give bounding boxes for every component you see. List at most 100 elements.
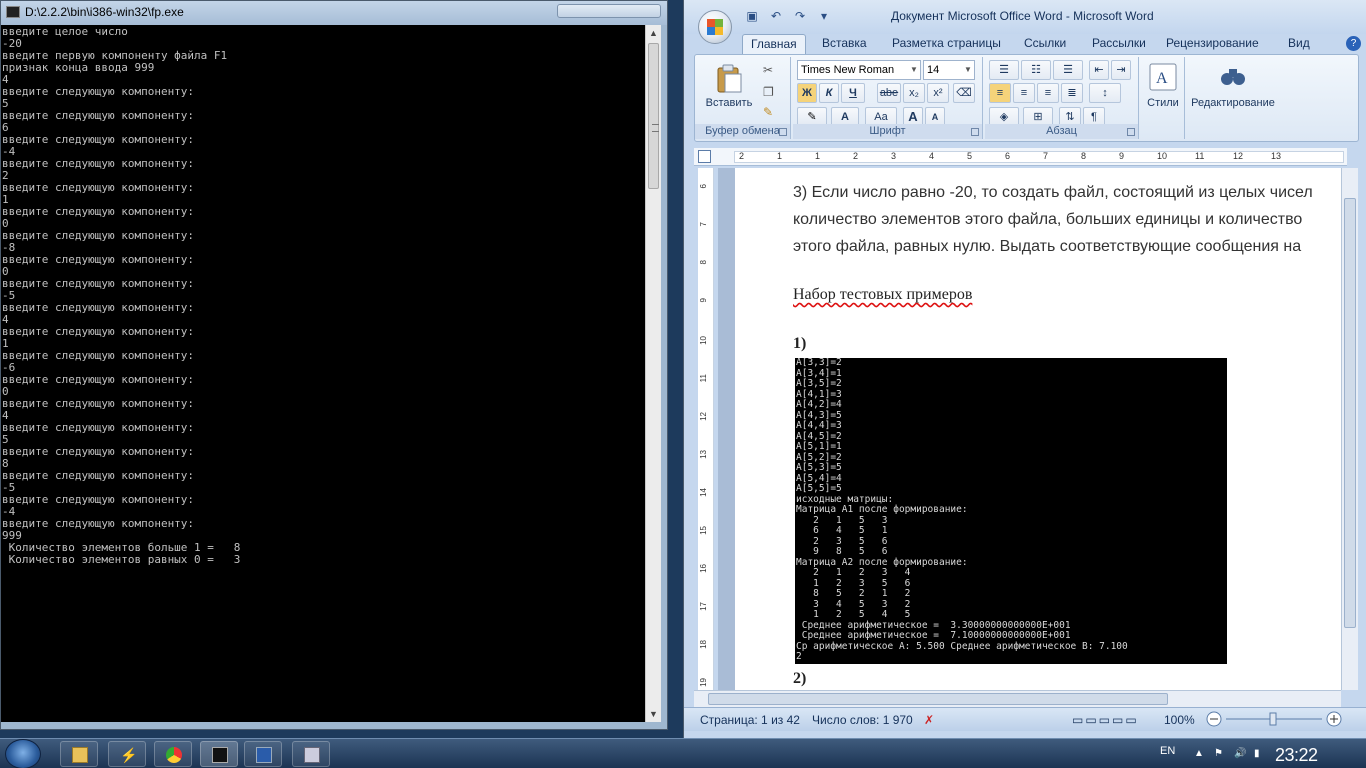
tab-home[interactable]: Главная — [742, 34, 806, 54]
horizontal-ruler[interactable]: 2 1 1 2 3 4 5 6 7 8 9 10 11 12 13 — [694, 148, 1347, 166]
clear-formatting-icon[interactable]: ⌫ — [953, 83, 975, 103]
undo-icon[interactable]: ↶ — [768, 8, 784, 24]
tab-selector-icon[interactable] — [698, 150, 711, 163]
console-title-bar[interactable]: D:\2.2.2\bin\i386-win32\fp.exe — [1, 1, 667, 25]
tray-arrow-icon[interactable]: ▲ — [1194, 748, 1204, 759]
copy-icon[interactable]: ❐ — [763, 85, 774, 99]
document-horizontal-scrollbar[interactable] — [694, 690, 1341, 707]
editing-button[interactable]: Редактирование — [1187, 97, 1279, 109]
embedded-console-screenshot[interactable]: A[3,3]=2 A[3,4]=1 A[3,5]=2 A[4,1]=3 A[4,2]=4… — [795, 358, 1227, 664]
ruler-number: 9 — [1119, 151, 1125, 161]
cut-icon[interactable]: ✂ — [763, 63, 773, 77]
scrollbar-thumb[interactable] — [708, 693, 1168, 705]
scrollbar-thumb[interactable] — [648, 43, 659, 189]
word-count[interactable]: Число слов: 1 970 — [812, 713, 913, 727]
taskbar-explorer[interactable] — [60, 741, 98, 767]
italic-button[interactable]: К — [819, 83, 839, 103]
dialog-launcher-icon[interactable] — [1127, 128, 1135, 136]
taskbar-calculator[interactable] — [292, 741, 330, 767]
document-page[interactable]: 3) Если число равно -20, то создать файл… — [735, 168, 1341, 690]
console-window[interactable]: D:\2.2.2\bin\i386-win32\fp.exe введите ц… — [0, 0, 668, 730]
scrollbar-thumb[interactable] — [1344, 198, 1356, 628]
svg-text:A: A — [1156, 70, 1168, 87]
doc-example-number[interactable]: 2) — [793, 670, 806, 688]
zoom-level[interactable]: 100% — [1164, 713, 1195, 727]
action-center-icon[interactable]: ⚑ — [1214, 748, 1223, 759]
line-spacing-icon[interactable]: ↕ — [1089, 83, 1121, 103]
doc-text-line[interactable]: этого файла, равных нулю. Выдать соответ… — [793, 238, 1301, 256]
page-count[interactable]: Страница: 1 из 42 — [700, 713, 800, 727]
increase-indent-icon[interactable]: ⇥ — [1111, 60, 1131, 80]
styles-button[interactable]: Стили — [1141, 97, 1185, 109]
justify-icon[interactable]: ≣ — [1061, 83, 1083, 103]
chrome-icon — [166, 747, 182, 763]
styles-icon[interactable]: A — [1147, 61, 1179, 93]
console-line: введите следующую компоненту: — [2, 421, 195, 434]
tab-page-layout[interactable]: Разметка страницы — [884, 34, 1009, 54]
start-button[interactable] — [5, 739, 41, 768]
tab-view[interactable]: Вид — [1280, 34, 1318, 54]
taskbar-chrome[interactable] — [154, 741, 192, 767]
console-line: введите следующую компоненту: — [2, 517, 195, 530]
format-painter-icon[interactable]: ✎ — [763, 105, 773, 119]
doc-heading[interactable]: Набор тестовых примеров — [793, 286, 972, 304]
scroll-down-icon[interactable]: ▼ — [646, 706, 661, 722]
office-button[interactable] — [698, 10, 732, 44]
paste-icon[interactable] — [713, 63, 745, 95]
scroll-up-icon[interactable]: ▲ — [646, 25, 661, 41]
align-left-icon[interactable]: ≡ — [989, 83, 1011, 103]
dialog-launcher-icon[interactable] — [779, 128, 787, 136]
word-title-bar[interactable]: ▣ ↶ ↷ ▾ Документ Microsoft Office Word -… — [684, 0, 1366, 44]
window-controls[interactable] — [557, 4, 661, 18]
help-icon[interactable]: ? — [1346, 36, 1361, 51]
group-editing[interactable]: Редактирование — [1187, 57, 1279, 139]
align-center-icon[interactable]: ≡ — [1013, 83, 1035, 103]
ruler-number: 2 — [739, 151, 745, 161]
language-indicator[interactable]: EN — [1160, 745, 1175, 757]
font-name-select[interactable]: Times New Roman ▼ — [797, 60, 921, 80]
taskbar-word[interactable] — [244, 741, 282, 767]
save-icon[interactable]: ▣ — [744, 8, 760, 24]
binoculars-icon[interactable] — [1217, 61, 1249, 93]
document-area[interactable]: 3) Если число равно -20, то создать файл… — [718, 168, 1341, 690]
superscript-button[interactable]: x² — [927, 83, 949, 103]
vertical-ruler[interactable]: 6 7 8 9 10 11 12 13 14 15 16 17 18 19 — [698, 168, 714, 690]
doc-text-line[interactable]: 3) Если число равно -20, то создать файл… — [793, 184, 1313, 202]
console-line: введите следующую компоненту: — [2, 493, 195, 506]
dialog-launcher-icon[interactable] — [971, 128, 979, 136]
strikethrough-button[interactable]: abe — [877, 83, 901, 103]
underline-button[interactable]: Ч — [841, 83, 865, 103]
network-icon[interactable]: ▮ — [1254, 748, 1260, 759]
document-vertical-scrollbar[interactable] — [1341, 168, 1358, 690]
multilevel-list-icon[interactable]: ☰ — [1053, 60, 1083, 80]
align-right-icon[interactable]: ≡ — [1037, 83, 1059, 103]
console-scrollbar[interactable]: ▲ ▼ — [645, 25, 661, 722]
view-buttons[interactable]: ▭▭▭▭▭ — [1072, 713, 1139, 727]
tab-review[interactable]: Рецензирование — [1158, 34, 1267, 54]
numbering-icon[interactable]: ☷ — [1021, 60, 1051, 80]
customize-toolbar-icon[interactable]: ▾ — [816, 8, 832, 24]
ribbon-tabs: Главная Вставка Разметка страницы Ссылки… — [684, 34, 1366, 54]
tab-references[interactable]: Ссылки — [1016, 34, 1074, 54]
volume-icon[interactable]: 🔊 — [1234, 748, 1246, 759]
tab-mailings[interactable]: Рассылки — [1084, 34, 1154, 54]
taskbar-app[interactable]: ⚡ — [108, 741, 146, 767]
group-styles[interactable]: A Стили — [1141, 57, 1185, 139]
decrease-indent-icon[interactable]: ⇤ — [1089, 60, 1109, 80]
proofing-icon[interactable]: ✗ — [924, 713, 934, 727]
doc-text-line[interactable]: количество элементов этого файла, больши… — [793, 211, 1302, 229]
ruler-number: 7 — [699, 222, 708, 227]
console-title: D:\2.2.2\bin\i386-win32\fp.exe — [25, 5, 184, 19]
zoom-slider[interactable] — [1204, 711, 1354, 727]
redo-icon[interactable]: ↷ — [792, 8, 808, 24]
bullets-icon[interactable]: ☰ — [989, 60, 1019, 80]
font-size-select[interactable]: 14 ▼ — [923, 60, 975, 80]
doc-example-number[interactable]: 1) — [793, 335, 806, 353]
paste-button[interactable]: Вставить — [699, 97, 759, 109]
bold-button[interactable]: Ж — [797, 83, 817, 103]
tab-insert[interactable]: Вставка — [814, 34, 875, 54]
word-window[interactable]: ▣ ↶ ↷ ▾ Документ Microsoft Office Word -… — [683, 0, 1366, 738]
taskbar-console[interactable] — [200, 741, 238, 767]
clock[interactable]: 23:22 — [1275, 745, 1318, 766]
subscript-button[interactable]: x₂ — [903, 83, 925, 103]
